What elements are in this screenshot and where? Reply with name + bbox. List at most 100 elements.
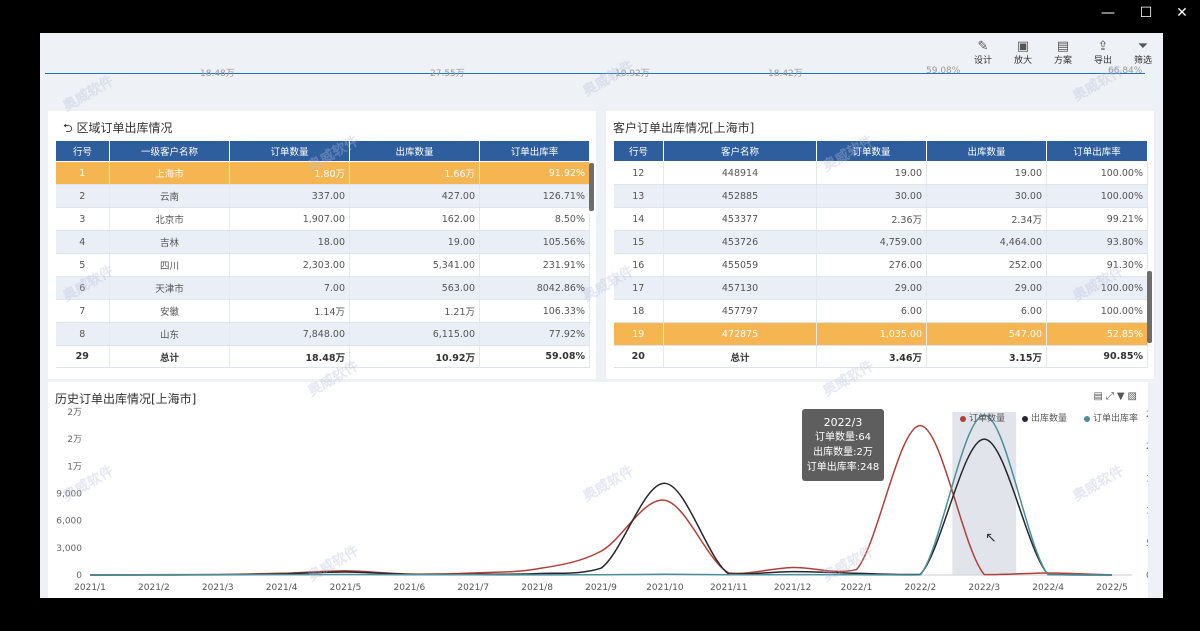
table-row[interactable]: 14 453377 2.36万 2.34万 99.21% [613,207,1148,231]
column-header[interactable]: 订单数量 [229,140,350,162]
column-header[interactable]: 订单数量 [816,140,927,162]
panel-title-text: 区域订单出库情况 [76,121,173,135]
table-row[interactable]: 4 吉林 18.00 19.00 105.56% [55,230,590,254]
column-header[interactable]: 行号 [55,140,110,162]
table-cell: 457797 [663,299,817,323]
table-cell: 2.34万 [926,207,1047,231]
column-header[interactable]: 订单出库率 [479,140,590,162]
total-cell: 总计 [663,345,817,368]
toolbar-label: 方案 [1053,56,1072,66]
table-row[interactable]: 7 安徽 1.14万 1.21万 106.33% [55,299,590,323]
table-row[interactable]: 6 天津市 7.00 563.00 8042.86% [55,276,590,300]
region-table: 行号 一级客户名称 订单数量 出库数量 订单出库率 1 上海市 1.80万 1.66万 91.9… [55,140,590,368]
table-cell: 427.00 [349,184,480,208]
table-cell: 30.00 [926,184,1047,208]
table-cell: 4,464.00 [926,230,1047,254]
legend-marker [1084,415,1090,422]
table-cell: 472875 [663,322,817,346]
toolbar-button-方案[interactable]: ▤ 方案 [1043,33,1083,73]
x-tick-label: 2021/9 [585,583,617,593]
table-row[interactable]: 15 453726 4,759.00 4,464.00 93.80% [613,230,1148,254]
table-cell: 云南 [109,184,230,208]
x-tick-label: 2021/7 [457,583,489,593]
total-row: 29 总计 18.48万 10.92万 59.08% [55,345,590,368]
table-row[interactable]: 13 452885 30.00 30.00 100.00% [613,184,1148,208]
back-icon[interactable]: ⮌ [63,121,73,135]
toolbar-label: 放大 [1013,56,1032,66]
table-row[interactable]: 8 山东 7,848.00 6,115.00 77.92% [55,322,590,346]
table-cell: 563.00 [349,276,480,300]
highlight-band [952,412,1017,575]
table-row[interactable]: 17 457130 29.00 29.00 100.00% [613,276,1148,300]
table-row[interactable]: 2 云南 337.00 427.00 126.71% [55,184,590,208]
y-right-tick-label: 0 [1146,571,1148,581]
table-cell: 14 [613,207,664,231]
column-header[interactable]: 出库数量 [349,140,480,162]
top-partial-cell: 59.08% [926,66,961,76]
customer-order-panel: 客户订单出库情况[上海市] 行号 客户名称 订单数量 出库数量 订单出库率 12 4489… [606,111,1154,379]
table-cell: 162.00 [349,207,480,231]
x-tick-label: 2022/1 [841,583,873,593]
column-header[interactable]: 一级客户名称 [109,140,230,162]
y-left-tick-label: 9,000 [56,490,82,500]
table-cell: 19.00 [926,161,1047,185]
table-row[interactable]: 12 448914 19.00 19.00 100.00% [613,161,1148,185]
legend-item[interactable]: 出库数量 [1022,411,1067,424]
table-cell: 12 [613,161,664,185]
y-right-tick-label: 150 [1146,474,1148,484]
x-tick-label: 2021/12 [774,583,811,593]
table-cell: 19.00 [349,230,480,254]
column-header[interactable]: 客户名称 [663,140,817,162]
table-scrollbar[interactable] [589,163,594,211]
column-header[interactable]: 行号 [613,140,664,162]
table-cell: 100.00% [1046,299,1148,323]
table-cell: 455059 [663,253,817,277]
toolbar-icon: ⇪ [1097,39,1109,54]
table-row[interactable]: 5 四川 2,303.00 5,341.00 231.91% [55,253,590,277]
total-cell: 90.85% [1046,345,1148,368]
table-cell: 13 [613,184,664,208]
table-cell: 8.50% [479,207,590,231]
tooltip-line: 订单出库率:248 [806,462,880,473]
maximize-icon[interactable]: ☐ [1136,4,1156,22]
table-cell: 1,035.00 [816,322,927,346]
table-cell: 16 [613,253,664,277]
table-scrollbar[interactable] [1147,271,1152,343]
x-tick-label: 2021/4 [266,583,298,593]
table-row[interactable]: 16 455059 276.00 252.00 91.30% [613,253,1148,277]
chart-tooltip: 2022/3 订单数量:64 出库数量:2万 订单出库率:248 [802,409,884,481]
minimize-icon[interactable]: — [1098,4,1118,22]
top-partial-cell: 66.84% [1108,66,1143,76]
panel-title: 客户订单出库情况[上海市] [613,121,755,135]
close-icon[interactable]: ✕ [1172,4,1192,22]
column-header[interactable]: 订单出库率 [1046,140,1148,162]
report-app: ✎ 设计 ▣ 放大 ▤ 方案 ⇪ 导出 ⏷ 筛选 18.48万 27.55万 10.92万 18.… [40,33,1163,598]
column-header[interactable]: 出库数量 [926,140,1047,162]
table-cell: 北京市 [109,207,230,231]
y-left-tick-label: 2万 [67,435,82,445]
table-row[interactable]: 18 457797 6.00 6.00 100.00% [613,299,1148,323]
legend-item[interactable]: 订单出库率 [1084,411,1138,424]
table-cell: 6,115.00 [349,322,480,346]
toolbar-button-设计[interactable]: ✎ 设计 [963,33,1003,73]
table-row[interactable]: 1 上海市 1.80万 1.66万 91.92% [55,161,590,185]
total-cell: 29 [55,345,110,368]
table-cell: 29.00 [926,276,1047,300]
table-cell: 安徽 [109,299,230,323]
table-cell: 276.00 [816,253,927,277]
table-cell: 18 [613,299,664,323]
table-cell: 上海市 [109,161,230,185]
table-cell: 448914 [663,161,817,185]
y-right-tick-label: 50 [1146,539,1148,549]
table-cell: 15 [613,230,664,254]
top-partial-cell: 18.48万 [200,69,235,79]
toolbar-button-放大[interactable]: ▣ 放大 [1003,33,1043,73]
table-cell: 457130 [663,276,817,300]
y-right-tick-label: 200 [1146,442,1148,452]
table-row[interactable]: 3 北京市 1,907.00 162.00 8.50% [55,207,590,231]
toolbar-icon: ▣ [1016,39,1030,54]
table-cell: 5,341.00 [349,253,480,277]
legend-item[interactable]: 订单数量 [960,411,1005,424]
table-row[interactable]: 19 472875 1,035.00 547.00 52.85% [613,322,1148,346]
x-tick-label: 2021/2 [138,583,170,593]
